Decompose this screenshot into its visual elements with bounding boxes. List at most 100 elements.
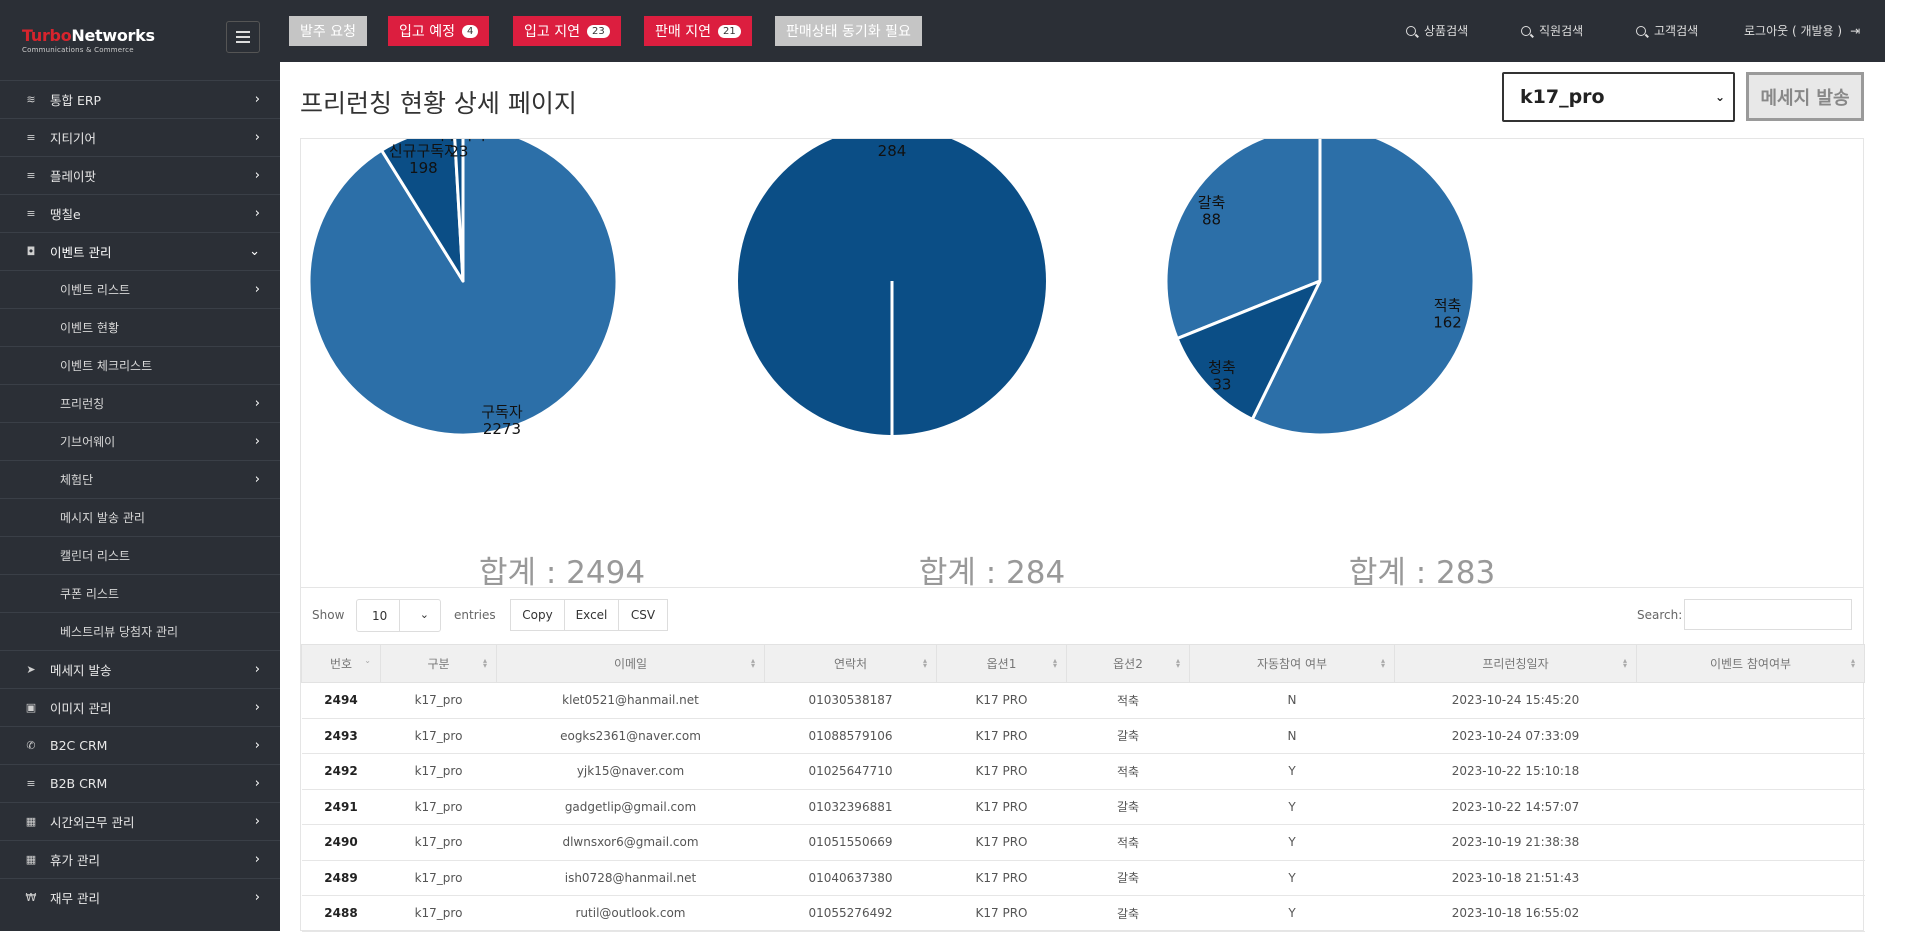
table-cell: K17 PRO <box>936 824 1067 861</box>
gift-icon: ◘ <box>26 245 36 258</box>
pie-chart-3: 갈축88 적축162 청축33 <box>1164 139 1476 437</box>
column-header-label: 자동참여 여부 <box>1256 657 1328 671</box>
table-cell: 적축 <box>1066 682 1190 719</box>
chevron-right-icon: › <box>254 130 260 145</box>
incoming-delayed-button[interactable]: 입고 지연 23 <box>513 16 621 46</box>
logout-link[interactable]: 로그아웃 ( 개발용 ) ⇥ <box>1744 22 1860 39</box>
table-cell: eogks2361@naver.com <box>496 718 765 754</box>
column-header[interactable]: 구분 ▴ ▾ <box>380 644 497 683</box>
sidebar-subitem[interactable]: 체험단 › <box>0 460 280 498</box>
count-badge: 4 <box>461 24 479 38</box>
csv-button[interactable]: CSV <box>618 599 668 631</box>
column-header[interactable]: 연락처 ▴ ▾ <box>764 644 937 683</box>
column-header[interactable]: 옵션1 ▴ ▾ <box>936 644 1067 683</box>
product-select[interactable]: k17_pro ⌄ <box>1502 72 1735 122</box>
column-header-label: 구분 <box>427 657 450 671</box>
sidebar-subitem-label: 체험단 <box>60 473 94 487</box>
table-cell: K17 PRO <box>936 860 1067 896</box>
table-cell: Y <box>1189 789 1395 825</box>
table-cell: K17 PRO <box>936 753 1067 790</box>
sidebar-subitem[interactable]: 캘린더 리스트 <box>0 536 280 574</box>
table-cell: rutil@outlook.com <box>496 895 765 932</box>
sidebar-subitem[interactable]: 이벤트 리스트 › <box>0 270 280 308</box>
sign-out-icon: ⇥ <box>1850 23 1861 38</box>
link-label: 직원검색 <box>1539 24 1584 38</box>
sidebar-item[interactable]: ✆ B2C CRM › <box>0 726 280 764</box>
copy-button[interactable]: Copy <box>510 599 565 631</box>
show-label: Show <box>312 608 345 622</box>
company-logo[interactable]: TurboNetworks Communications & Commerce <box>22 26 155 54</box>
chevron-right-icon: › <box>254 282 260 297</box>
sidebar-item[interactable]: ≋ 통합 ERP › <box>0 80 280 118</box>
sales-delayed-button[interactable]: 판매 지연 21 <box>644 16 752 46</box>
sidebar-subitem-label: 프리런칭 <box>60 397 105 411</box>
pie-charts-panel: 구독자2273신규구독자198비구독자23 K17 PRO284 갈축88적축162… <box>300 138 1864 591</box>
table-row[interactable]: 2492 k17_pro yjk15@naver.com 01025647710 K17… <box>301 753 1865 790</box>
table-cell: k17_pro <box>380 753 497 790</box>
table-search-input[interactable] <box>1684 599 1852 630</box>
sidebar-subitem[interactable]: 프리런칭 › <box>0 384 280 422</box>
button-label: 판매상태 동기화 필요 <box>786 24 911 40</box>
column-header[interactable]: 이메일 ▴ ▾ <box>496 644 765 683</box>
chevron-right-icon: › <box>254 168 260 183</box>
sidebar-subitem[interactable]: 기브어웨이 › <box>0 422 280 460</box>
excel-button[interactable]: Excel <box>564 599 619 631</box>
incoming-scheduled-button[interactable]: 입고 예정 4 <box>388 16 490 46</box>
chevron-right-icon: › <box>254 434 260 449</box>
table-row[interactable]: 2493 k17_pro eogks2361@naver.com 0108857910… <box>301 718 1865 754</box>
sidebar-item[interactable]: ≡ 지티기어 › <box>0 118 280 156</box>
sort-icon: ▴ ▾ <box>1850 656 1855 670</box>
sidebar-item[interactable]: ≡ 땡칠e › <box>0 194 280 232</box>
sidebar-subitem[interactable]: 베스트리뷰 당첨자 관리 <box>0 612 280 650</box>
table-row[interactable]: 2491 k17_pro gadgetlip@gmail.com 0103239688… <box>301 789 1865 825</box>
entries-length-select[interactable]: 10 ⌄ <box>356 599 441 632</box>
search-icon <box>1521 25 1531 36</box>
search-icon <box>1636 25 1646 36</box>
column-header[interactable]: 이벤트 참여여부 ▴ ▾ <box>1636 644 1865 683</box>
sidebar-item[interactable]: ▦ 휴가 관리 › <box>0 840 280 878</box>
sidebar-item[interactable]: ▦ 시간외근무 관리 › <box>0 802 280 840</box>
table-cell: 2490 <box>301 824 381 861</box>
table-row[interactable]: 2488 k17_pro rutil@outlook.com 01055276492 K… <box>301 895 1865 932</box>
logo-text-red: Turbo <box>22 26 72 45</box>
column-header[interactable]: 옵션2 ▴ ▾ <box>1066 644 1190 683</box>
sidebar-item[interactable]: ➤ 메세지 발송 › <box>0 650 280 688</box>
sidebar-subitem[interactable]: 메시지 발송 관리 <box>0 498 280 536</box>
column-header[interactable]: 번호 ⌄ <box>301 644 381 683</box>
customer-search-link[interactable]: 고객검색 <box>1636 22 1698 39</box>
table-cell: 2023-10-19 21:38:38 <box>1394 824 1637 861</box>
pie-chart-2: K17 PRO284 <box>738 139 1046 435</box>
table-cell: yjk15@naver.com <box>496 753 765 790</box>
sidebar-subitem[interactable]: 이벤트 체크리스트 <box>0 346 280 384</box>
table-cell: k17_pro <box>380 789 497 825</box>
table-cell: 01051550669 <box>764 824 937 861</box>
employee-search-link[interactable]: 직원검색 <box>1521 22 1583 39</box>
table-cell: N <box>1189 682 1395 719</box>
send-message-button[interactable]: 메세지 발송 <box>1746 72 1864 121</box>
sidebar-item-label: 이벤트 관리 <box>50 245 112 260</box>
search-icon <box>1406 25 1416 36</box>
sidebar-item[interactable]: ≡ 플레이팟 › <box>0 156 280 194</box>
sidebar-menu: ≋ 통합 ERP › ≡ 지티기어 › ≡ 플레이팟 › ≡ 땡칠e › ◘ 이벤트 관리 ⌄ 이벤트 리스트… <box>0 80 280 916</box>
sidebar-item[interactable]: ≡ B2B CRM › <box>0 764 280 802</box>
sidebar-subitem[interactable]: 이벤트 현황 <box>0 308 280 346</box>
product-search-link[interactable]: 상품검색 <box>1406 22 1468 39</box>
pie-chart-1: 구독자2273신규구독자198비구독자23 <box>307 139 619 438</box>
sidebar-item[interactable]: ₩ 재무 관리 › <box>0 878 280 916</box>
sales-status-sync-button[interactable]: 판매상태 동기화 필요 <box>775 16 922 46</box>
table-cell: 01032396881 <box>764 789 937 825</box>
sidebar-item[interactable]: ▣ 이미지 관리 › <box>0 688 280 726</box>
sidebar-item[interactable]: ◘ 이벤트 관리 ⌄ <box>0 232 280 270</box>
link-label: 상품검색 <box>1424 24 1469 38</box>
hamburger-menu-button[interactable] <box>226 21 260 53</box>
table-row[interactable]: 2489 k17_pro ish0728@hanmail.net 0104063738… <box>301 860 1865 896</box>
table-cell: Y <box>1189 895 1395 932</box>
column-header[interactable]: 자동참여 여부 ▴ ▾ <box>1189 644 1395 683</box>
table-row[interactable]: 2494 k17_pro klet0521@hanmail.net 010305381… <box>301 682 1865 719</box>
order-request-button[interactable]: 발주 요청 <box>289 16 367 46</box>
table-cell: 2494 <box>301 682 381 719</box>
column-header[interactable]: 프리런칭일자 ▴ ▾ <box>1394 644 1637 683</box>
sidebar-subitem[interactable]: 쿠폰 리스트 <box>0 574 280 612</box>
table-row[interactable]: 2490 k17_pro dlwnsxor6@gmail.com 0105155066… <box>301 824 1865 861</box>
table-cell: 적축 <box>1066 753 1190 790</box>
